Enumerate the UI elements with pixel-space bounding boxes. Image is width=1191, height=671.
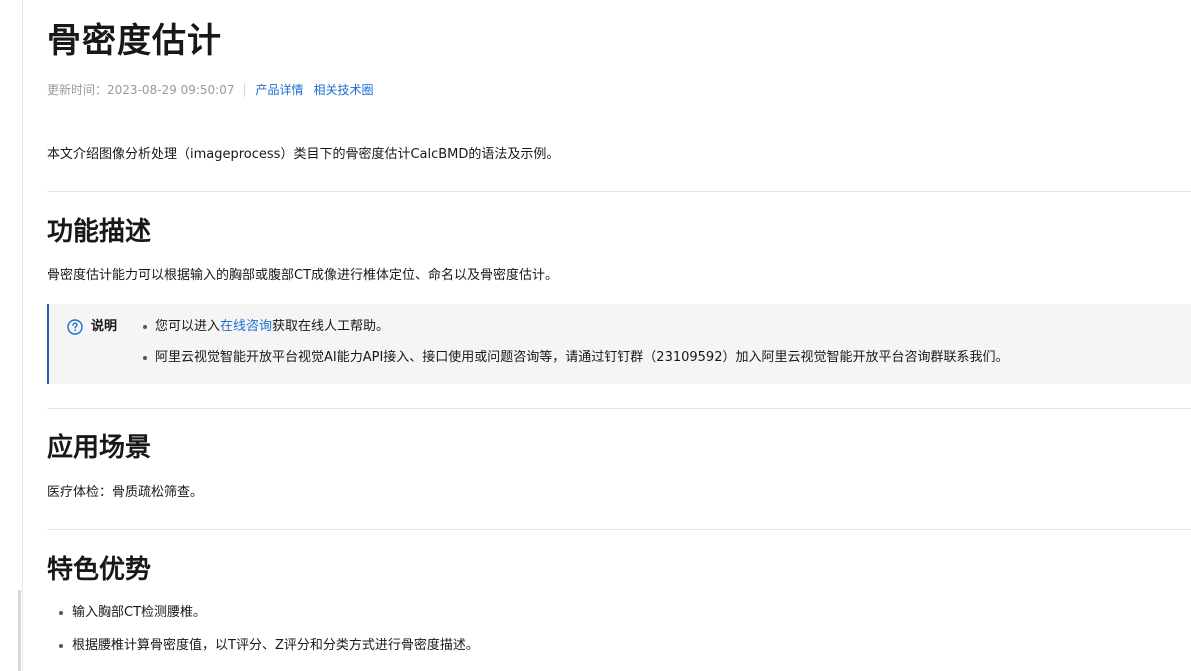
doc-meta: 更新时间： 2023-08-29 09:50:07 产品详情 相关技术圈 (47, 82, 384, 98)
list-item: 根据腰椎计算骨密度值，以T评分、Z评分和分类方式进行骨密度描述。 (47, 636, 479, 656)
updated-label: 更新时间： (47, 83, 108, 97)
function-description: 骨密度估计能力可以根据输入的胸部或腹部CT成像进行椎体定位、命名以及骨密度估计。 (47, 268, 559, 283)
updated-time: 2023-08-29 09:50:07 (107, 83, 235, 97)
note-header: 说明 (67, 319, 117, 335)
bullet (59, 611, 63, 615)
note-list: 您可以进入在线咨询获取在线人工帮助。 阿里云视觉智能开放平台视觉AI能力API接… (141, 317, 1008, 368)
note-item-1-prefix: 您可以进入 (155, 319, 221, 334)
advantages-list: 输入胸部CT检测腰椎。 根据腰椎计算骨密度值，以T评分、Z评分和分类方式进行骨密… (47, 603, 479, 656)
note-callout: 说明 您可以进入在线咨询获取在线人工帮助。 阿里云视觉智能开放平台视觉AI能力A… (47, 304, 1191, 384)
note-label: 说明 (91, 319, 118, 334)
note-item: 阿里云视觉智能开放平台视觉AI能力API接入、接口使用或问题咨询等，请通过钉钉群… (141, 348, 1008, 368)
online-consult-link[interactable]: 在线咨询 (220, 319, 272, 334)
intro-paragraph: 本文介绍图像分析处理（imageprocess）类目下的骨密度估计CalcBMD… (47, 147, 560, 162)
list-item: 输入胸部CT检测腰椎。 (47, 603, 479, 623)
document-page: 骨密度估计 更新时间： 2023-08-29 09:50:07 产品详情 相关技… (0, 0, 1191, 671)
page-title: 骨密度估计 (47, 21, 222, 61)
note-item: 您可以进入在线咨询获取在线人工帮助。 (141, 317, 1008, 337)
scrollbar-thumb[interactable] (18, 590, 21, 671)
bullet (143, 325, 147, 329)
note-item-2-text: 阿里云视觉智能开放平台视觉AI能力API接入、接口使用或问题咨询等，请通过钉钉群… (155, 350, 1009, 365)
meta-divider (244, 83, 246, 97)
scenario-description: 医疗体检：骨质疏松筛查。 (47, 485, 204, 500)
advantage-text-1: 输入胸部CT检测腰椎。 (72, 605, 207, 620)
section-title-scenario: 应用场景 (47, 433, 152, 463)
product-detail-link[interactable]: 产品详情 (255, 82, 303, 98)
section-divider (47, 191, 1191, 192)
section-divider (47, 529, 1191, 530)
section-divider (47, 408, 1191, 409)
tech-circle-link[interactable]: 相关技术圈 (313, 82, 373, 98)
bullet (59, 644, 63, 648)
note-item-1-suffix: 获取在线人工帮助。 (272, 319, 390, 334)
section-title-advantages: 特色优势 (47, 555, 152, 585)
help-circle-icon (67, 319, 83, 335)
bullet (143, 356, 147, 360)
advantage-text-2: 根据腰椎计算骨密度值，以T评分、Z评分和分类方式进行骨密度描述。 (72, 638, 479, 653)
sidebar-divider (22, 0, 23, 671)
section-title-function: 功能描述 (47, 217, 152, 247)
